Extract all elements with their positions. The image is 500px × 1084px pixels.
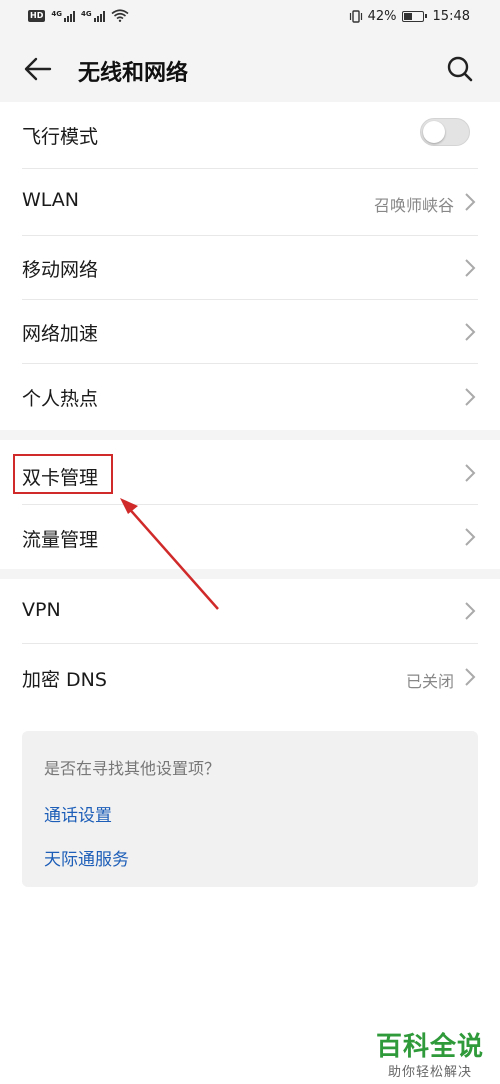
app-header: 无线和网络 xyxy=(0,36,500,102)
link-call-settings[interactable]: 通话设置 xyxy=(44,801,112,826)
row-label: 网络加速 xyxy=(22,323,99,345)
settings-row-airplane-mode[interactable]: 飞行模式 xyxy=(0,102,500,168)
arrow-left-icon xyxy=(24,57,52,81)
settings-row-vpn[interactable]: VPN xyxy=(0,579,500,643)
link-skytone-service[interactable]: 天际通服务 xyxy=(44,845,129,870)
settings-row-hotspot[interactable]: 个人热点 xyxy=(0,364,500,430)
toggle-knob xyxy=(423,121,445,143)
search-icon xyxy=(447,56,473,82)
clock: 15:48 xyxy=(432,9,470,24)
network-type-1: 4G xyxy=(51,9,62,18)
battery-percent: 42% xyxy=(367,9,397,24)
watermark-subtitle: 助你轻松解决 xyxy=(387,1065,472,1080)
suggestions-question: 是否在寻找其他设置项？ xyxy=(44,759,221,778)
back-button[interactable] xyxy=(18,50,58,88)
status-bar: HD 4G 4G 42% 15:48 xyxy=(0,0,500,36)
annotation-highlight-box xyxy=(13,454,113,494)
signal-icon-2: 4G xyxy=(81,10,105,22)
page-title: 无线和网络 xyxy=(78,61,189,86)
airplane-mode-toggle[interactable] xyxy=(420,118,470,146)
status-left: HD 4G 4G xyxy=(28,9,129,22)
chevron-right-icon xyxy=(465,668,476,686)
watermark-title: 百科全说 xyxy=(375,1032,484,1062)
hd-badge: HD xyxy=(28,9,46,22)
chevron-right-icon xyxy=(465,259,476,277)
dns-status: 已关闭 xyxy=(405,672,454,691)
settings-row-wlan[interactable]: WLAN 召唤师峡谷 xyxy=(0,169,500,235)
signal-icon: 4G xyxy=(51,10,75,22)
watermark-logo: 百科全说 助你轻松解决 xyxy=(376,1026,484,1080)
row-label: 飞行模式 xyxy=(22,126,99,148)
vibrate-icon xyxy=(349,10,362,23)
row-label: 加密 DNS xyxy=(22,669,107,691)
chevron-right-icon xyxy=(465,388,476,406)
settings-row-data-usage[interactable]: 流量管理 xyxy=(0,505,500,569)
chevron-right-icon xyxy=(465,464,476,482)
chevron-right-icon xyxy=(465,602,476,620)
row-label: 个人热点 xyxy=(22,388,99,410)
search-button[interactable] xyxy=(440,50,480,88)
row-label: WLAN xyxy=(22,189,80,211)
settings-row-network-acceleration[interactable]: 网络加速 xyxy=(0,300,500,363)
chevron-right-icon xyxy=(465,323,476,341)
settings-row-mobile-network[interactable]: 移动网络 xyxy=(0,236,500,299)
network-type-2: 4G xyxy=(80,9,92,18)
section-gap xyxy=(0,430,500,440)
suggestions-card: 是否在寻找其他设置项？ 通话设置 天际通服务 xyxy=(22,731,478,887)
chevron-right-icon xyxy=(465,528,476,546)
chevron-right-icon xyxy=(465,193,476,211)
row-label: VPN xyxy=(22,599,61,621)
status-right: 42% 15:48 xyxy=(349,9,470,24)
row-label: 流量管理 xyxy=(22,529,99,551)
settings-row-encrypted-dns[interactable]: 加密 DNS 已关闭 xyxy=(0,644,500,710)
battery-icon xyxy=(401,11,427,22)
section-gap xyxy=(0,569,500,579)
row-label: 移动网络 xyxy=(22,259,99,281)
wlan-network-name: 召唤师峡谷 xyxy=(373,196,454,215)
wifi-icon xyxy=(111,9,129,22)
